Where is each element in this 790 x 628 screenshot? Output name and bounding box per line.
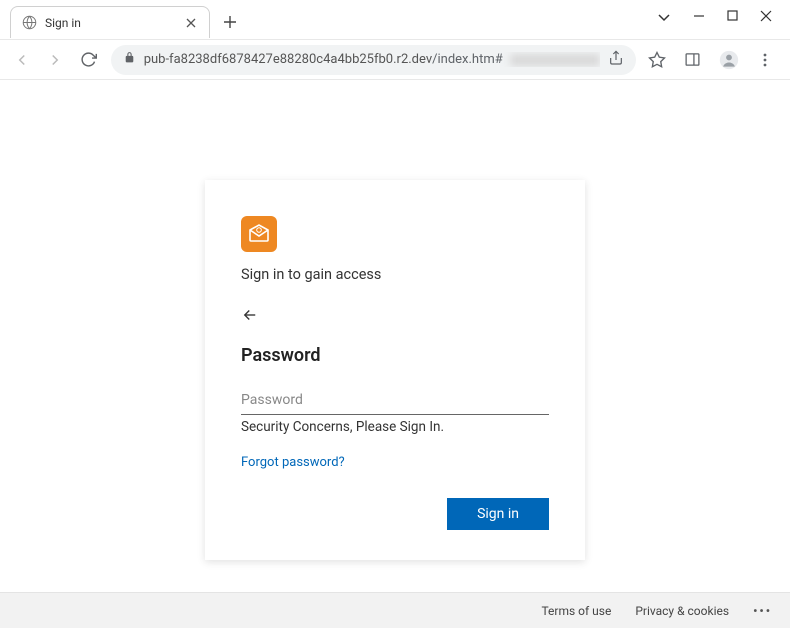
- address-bar[interactable]: pub-fa8238df6878427e88280c4a4bb25fb0.r2.…: [111, 45, 636, 75]
- lock-icon: [123, 51, 136, 68]
- nav-forward-button[interactable]: [44, 46, 68, 74]
- signin-card: Sign in to gain access Password Security…: [205, 180, 585, 560]
- profile-icon[interactable]: [718, 49, 740, 71]
- tab-title: Sign in: [45, 16, 183, 30]
- password-heading: Password: [241, 345, 549, 366]
- terms-link[interactable]: Terms of use: [541, 604, 611, 618]
- reload-button[interactable]: [77, 46, 101, 74]
- mail-brand-icon: [241, 216, 277, 252]
- window-close-icon[interactable]: [760, 10, 772, 24]
- password-input[interactable]: [241, 388, 549, 415]
- page-content: Sign in to gain access Password Security…: [0, 80, 790, 592]
- signin-button[interactable]: Sign in: [447, 498, 549, 530]
- help-text: Security Concerns, Please Sign In.: [241, 419, 549, 435]
- minimize-icon[interactable]: [693, 10, 705, 24]
- blurred-segment: [510, 54, 600, 66]
- signin-heading: Sign in to gain access: [241, 266, 549, 283]
- browser-titlebar: Sign in: [0, 0, 790, 40]
- chevron-down-icon[interactable]: [657, 10, 671, 24]
- browser-tab[interactable]: Sign in: [10, 6, 210, 38]
- close-icon[interactable]: [183, 15, 199, 31]
- new-tab-button[interactable]: [216, 6, 244, 38]
- forgot-password-link[interactable]: Forgot password?: [241, 455, 345, 470]
- menu-icon[interactable]: [754, 49, 776, 71]
- back-arrow-button[interactable]: [241, 303, 265, 327]
- browser-toolbar: pub-fa8238df6878427e88280c4a4bb25fb0.r2.…: [0, 40, 790, 80]
- page-footer: Terms of use Privacy & cookies •••: [0, 592, 790, 628]
- footer-more-icon[interactable]: •••: [753, 604, 772, 618]
- url-text: pub-fa8238df6878427e88280c4a4bb25fb0.r2.…: [144, 52, 600, 67]
- globe-icon: [21, 15, 37, 31]
- nav-back-button[interactable]: [10, 46, 34, 74]
- maximize-icon[interactable]: [727, 10, 738, 24]
- share-icon[interactable]: [608, 50, 624, 70]
- bookmark-icon[interactable]: [646, 49, 668, 71]
- sidepanel-icon[interactable]: [682, 49, 704, 71]
- privacy-link[interactable]: Privacy & cookies: [635, 604, 729, 618]
